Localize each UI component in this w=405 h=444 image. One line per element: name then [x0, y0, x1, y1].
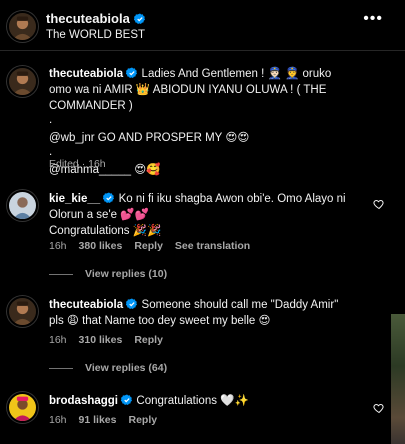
- avatar[interactable]: [7, 190, 38, 221]
- header-username-row[interactable]: thecuteabiola: [46, 11, 146, 26]
- reply-button[interactable]: Reply: [128, 414, 157, 426]
- comment-username[interactable]: brodashaggi: [49, 395, 118, 407]
- avatar[interactable]: [7, 66, 38, 97]
- comment-likes[interactable]: 91 likes: [79, 414, 117, 426]
- caption-username[interactable]: thecuteabiola: [49, 68, 123, 80]
- post-header: thecuteabiola The WORLD BEST •••: [0, 0, 405, 50]
- see-translation-button[interactable]: See translation: [175, 240, 250, 252]
- view-replies-button[interactable]: View replies (64): [49, 362, 167, 374]
- more-horizontal-icon[interactable]: •••: [363, 11, 383, 27]
- replies-line: [49, 273, 73, 275]
- view-replies-button[interactable]: View replies (10): [49, 268, 167, 280]
- comment-body: kie_kie__ Ko ni fi iku shagba Awon obi'e…: [49, 191, 364, 239]
- verified-badge-icon: [103, 192, 115, 203]
- verified-badge-icon: [126, 298, 138, 309]
- comment-likes[interactable]: 310 likes: [79, 334, 123, 346]
- like-heart-icon[interactable]: [373, 198, 385, 210]
- caption-meta: Edited · 16h: [49, 158, 106, 170]
- view-replies-label[interactable]: View replies (64): [85, 362, 167, 374]
- verified-badge-icon: [133, 13, 145, 24]
- verified-badge-icon: [126, 67, 138, 78]
- caption-edited-time: Edited · 16h: [49, 158, 106, 170]
- replies-line: [49, 367, 73, 369]
- comment-body: brodashaggi Congratulations 🤍✨: [49, 393, 364, 409]
- caption-dot: .: [49, 114, 53, 126]
- comment-time: 16h: [49, 334, 67, 346]
- comment-time: 16h: [49, 240, 67, 252]
- comment-time: 16h: [49, 414, 67, 426]
- like-heart-icon[interactable]: [373, 402, 385, 414]
- divider: [0, 50, 405, 51]
- avatar[interactable]: [7, 11, 38, 42]
- avatar[interactable]: [7, 392, 38, 423]
- view-replies-label[interactable]: View replies (10): [85, 268, 167, 280]
- comment-text: Congratulations 🤍✨: [136, 395, 249, 407]
- avatar[interactable]: [7, 296, 38, 327]
- comment-username[interactable]: thecuteabiola: [49, 299, 123, 311]
- comment-meta: 16h 310 likes Reply: [49, 334, 163, 346]
- verified-badge-icon: [121, 394, 133, 405]
- comment-meta: 16h 91 likes Reply: [49, 414, 157, 426]
- comment-likes[interactable]: 380 likes: [79, 240, 123, 252]
- comment-body: thecuteabiola Someone should call me "Da…: [49, 297, 349, 329]
- caption-mention-line: @wb_jnr GO AND PROSPER MY 😍😍: [49, 132, 250, 144]
- comment-meta: 16h 380 likes Reply See translation: [49, 240, 250, 252]
- comment-username[interactable]: kie_kie__: [49, 193, 100, 205]
- comment-text-line: Congratulations 🎉🎉: [49, 225, 162, 237]
- reply-button[interactable]: Reply: [134, 240, 163, 252]
- background-photo-edge: [391, 314, 405, 444]
- reply-button[interactable]: Reply: [134, 334, 163, 346]
- header-username[interactable]: thecuteabiola: [46, 11, 130, 26]
- header-subtitle: The WORLD BEST: [46, 29, 146, 41]
